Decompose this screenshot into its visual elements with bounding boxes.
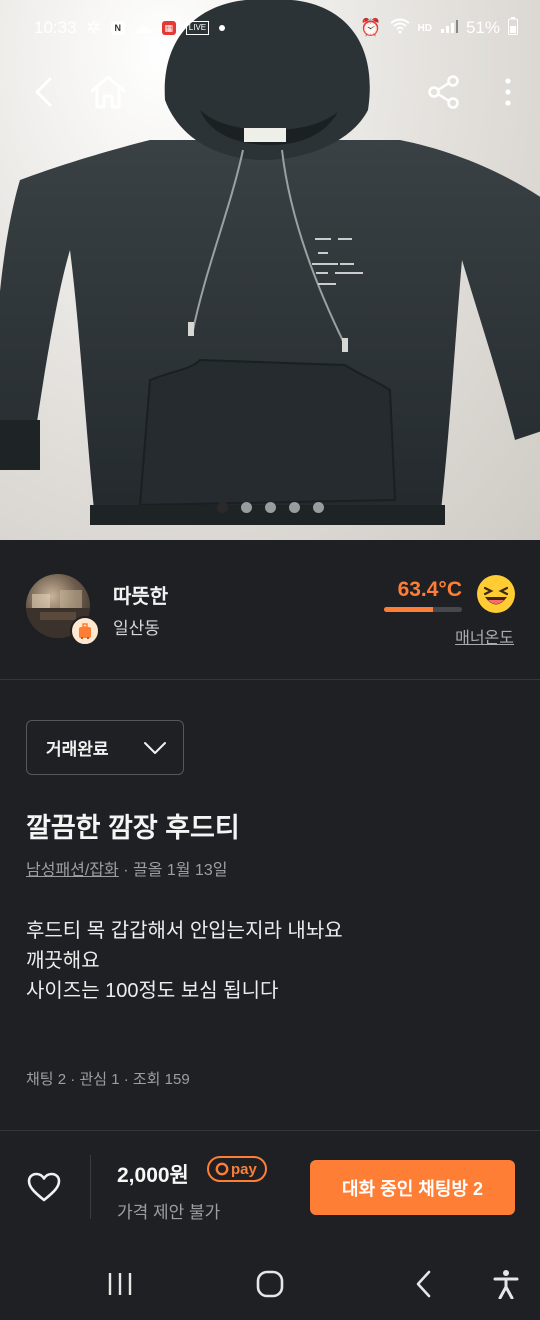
share-button[interactable]	[416, 62, 472, 122]
carousel-dot[interactable]	[288, 502, 300, 513]
status-bar: 10:33 ✲ N ☁ ▦ LIVE ⏰ HD 51%	[0, 0, 540, 56]
back-button[interactable]	[16, 62, 72, 122]
clock: 10:33	[34, 18, 77, 37]
category-link[interactable]: 남성패션/잡화	[26, 862, 119, 879]
recent-apps-icon	[108, 1273, 132, 1295]
laughing-face-icon	[477, 575, 515, 613]
pay-badge: pay	[207, 1156, 267, 1182]
notion-icon: N	[110, 21, 125, 35]
description-line: 후드티 목 갑갑해서 안입는지라 내놔요	[26, 920, 343, 942]
system-navigation-bar	[0, 1242, 540, 1320]
manner-temperature-bar	[384, 607, 462, 612]
recent-apps-button[interactable]	[100, 1264, 140, 1304]
pay-logo-icon	[215, 1162, 229, 1176]
battery-icon	[508, 16, 518, 40]
heart-icon	[27, 1172, 61, 1202]
pay-label: pay	[231, 1160, 257, 1178]
trade-status-label: 거래완료	[46, 740, 109, 759]
carousel-dot[interactable]	[240, 502, 252, 513]
divider	[90, 1155, 91, 1219]
share-icon	[428, 75, 459, 109]
more-options-button[interactable]	[480, 62, 536, 122]
wifi-icon	[389, 18, 410, 39]
chevron-down-icon	[144, 741, 166, 754]
listing-meta: 남성패션/잡화 · 끌올 1월 13일	[26, 856, 227, 880]
home-button[interactable]	[80, 62, 136, 122]
more-icon	[505, 78, 511, 106]
notification-dot-icon	[219, 25, 226, 31]
manner-temperature: 63.4°C	[397, 578, 462, 601]
carousel-dot[interactable]	[312, 502, 324, 513]
accessibility-icon	[493, 1270, 519, 1299]
manner-temperature-link[interactable]: 매너온도	[455, 624, 514, 648]
trade-status-dropdown[interactable]: 거래완료	[26, 720, 184, 775]
manner-temperature-fill	[384, 607, 434, 612]
description-line: 사이즈는 100정도 보심 됩니다	[26, 980, 279, 1002]
description-line: 깨끗해요	[26, 950, 100, 972]
carousel-indicator	[0, 502, 540, 513]
app-icon: ▦	[161, 21, 176, 35]
carousel-dot[interactable]	[216, 502, 228, 513]
signal-icon	[440, 18, 458, 38]
back-icon	[35, 77, 52, 107]
listing-stats: 채팅 2 · 관심 1 · 조회 159	[26, 1071, 190, 1088]
cloud-icon: ☁	[134, 18, 152, 37]
battery-label: 51%	[465, 18, 500, 37]
accessibility-button[interactable]	[486, 1264, 526, 1304]
suitcase-badge-icon	[70, 616, 100, 646]
listing-description: 후드티 목 갑갑해서 안입는지라 내놔요 깨끗해요 사이즈는 100정도 보심 …	[26, 916, 343, 1006]
price: 2,000원	[117, 1164, 189, 1187]
alarm-icon: ⏰	[360, 18, 382, 37]
bottom-action-bar: 2,000원 pay 가격 제안 불가 대화 중인 채팅방 2	[0, 1130, 540, 1242]
carousel-dot[interactable]	[264, 502, 276, 513]
like-button[interactable]	[26, 1171, 62, 1208]
back-nav-icon	[416, 1270, 431, 1298]
home-icon	[90, 75, 126, 109]
back-nav-button[interactable]	[403, 1264, 443, 1304]
home-nav-button[interactable]	[250, 1264, 290, 1304]
price-negotiation: 가격 제안 불가	[117, 1203, 221, 1222]
seller-location: 일산동	[113, 619, 160, 638]
bump-info: · 끌올 1월 13일	[118, 862, 228, 879]
home-circle-icon	[256, 1270, 284, 1298]
top-toolbar	[0, 62, 540, 122]
seller-profile[interactable]: 따뜻한 일산동 63.4°C 매너온도	[0, 540, 540, 680]
product-image-carousel[interactable]: 10:33 ✲ N ☁ ▦ LIVE ⏰ HD 51%	[0, 0, 540, 540]
live-icon: LIVE	[185, 21, 210, 35]
active-chats-button[interactable]: 대화 중인 채팅방 2	[310, 1160, 515, 1215]
seller-name[interactable]: 따뜻한	[113, 580, 168, 609]
listing-title: 깔끔한 깜장 후드티	[26, 813, 240, 843]
network-label: HD	[417, 22, 432, 34]
slack-icon: ✲	[86, 18, 101, 37]
